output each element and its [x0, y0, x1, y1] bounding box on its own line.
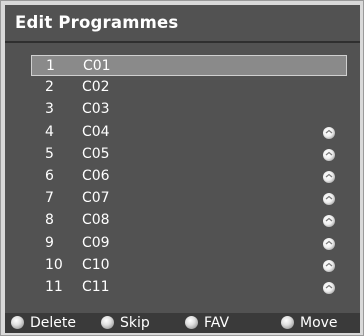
programme-name: C11 — [82, 279, 110, 295]
move-button[interactable]: Move — [281, 314, 338, 332]
skip-button[interactable]: Skip — [101, 314, 150, 332]
programme-row[interactable]: 8 C08 — [31, 210, 347, 231]
programme-name: C03 — [82, 101, 110, 117]
status-indicator-icon — [323, 260, 335, 272]
programme-row[interactable]: 4 C04 — [31, 122, 347, 143]
delete-label: Delete — [30, 315, 76, 331]
programme-number: 8 — [45, 212, 54, 228]
programme-number: 6 — [45, 168, 54, 184]
fav-label: FAV — [204, 315, 230, 331]
programme-number: 2 — [45, 79, 54, 95]
remote-button-icon — [185, 316, 198, 329]
status-indicator-icon — [323, 171, 335, 183]
programme-name: C06 — [82, 168, 110, 184]
programme-row[interactable]: 1 C01 — [31, 55, 347, 76]
programme-number: 7 — [45, 190, 54, 206]
programme-name: C02 — [82, 79, 110, 95]
programme-number: 5 — [45, 146, 54, 162]
status-indicator-icon — [323, 149, 335, 161]
status-indicator-icon — [323, 238, 335, 250]
programme-row[interactable]: 5 C05 — [31, 144, 347, 165]
programme-number: 9 — [45, 235, 54, 251]
programme-row[interactable]: 7 C07 — [31, 188, 347, 209]
remote-button-icon — [281, 316, 294, 329]
programme-name: C10 — [82, 257, 110, 273]
remote-button-icon — [11, 316, 24, 329]
programme-number: 4 — [45, 124, 54, 140]
delete-button[interactable]: Delete — [11, 314, 76, 332]
programme-name: C09 — [82, 235, 110, 251]
programme-number: 10 — [45, 257, 63, 273]
programme-name: C05 — [82, 146, 110, 162]
programme-row[interactable]: 6 C06 — [31, 166, 347, 187]
programme-row[interactable]: 11 C11 — [31, 277, 347, 298]
programme-name: C04 — [82, 124, 110, 140]
title-divider — [5, 41, 360, 43]
programme-number: 3 — [45, 101, 54, 117]
move-label: Move — [300, 315, 338, 331]
status-indicator-icon — [323, 215, 335, 227]
programme-row[interactable]: 3 C03 — [31, 99, 347, 120]
programme-number: 11 — [45, 279, 63, 295]
programme-row[interactable]: 10 C10 — [31, 255, 347, 276]
status-indicator-icon — [323, 282, 335, 294]
panel-title: Edit Programmes — [15, 13, 179, 32]
status-indicator-icon — [323, 193, 335, 205]
skip-label: Skip — [120, 315, 150, 331]
fav-button[interactable]: FAV — [185, 314, 229, 332]
programme-number: 1 — [46, 58, 55, 74]
programme-name: C01 — [83, 58, 111, 74]
edit-programmes-panel: Edit Programmes 1 C01 2 C02 3 C03 4 C04 5 C05 6 C06… — [5, 5, 360, 333]
programme-row[interactable]: 9 C09 — [31, 233, 347, 254]
programme-name: C08 — [82, 212, 110, 228]
remote-button-icon — [101, 316, 114, 329]
programme-name: C07 — [82, 190, 110, 206]
status-indicator-icon — [323, 127, 335, 139]
window-frame: Edit Programmes 1 C01 2 C02 3 C03 4 C04 5 C05 6 C06… — [0, 0, 364, 336]
programme-list: 1 C01 2 C02 3 C03 4 C04 5 C05 6 C06 7 C07 8 C08 9 C09 10 C1… — [31, 55, 351, 299]
programme-row[interactable]: 2 C02 — [31, 77, 347, 98]
footer-bar: Delete Skip FAV Move — [5, 313, 360, 333]
